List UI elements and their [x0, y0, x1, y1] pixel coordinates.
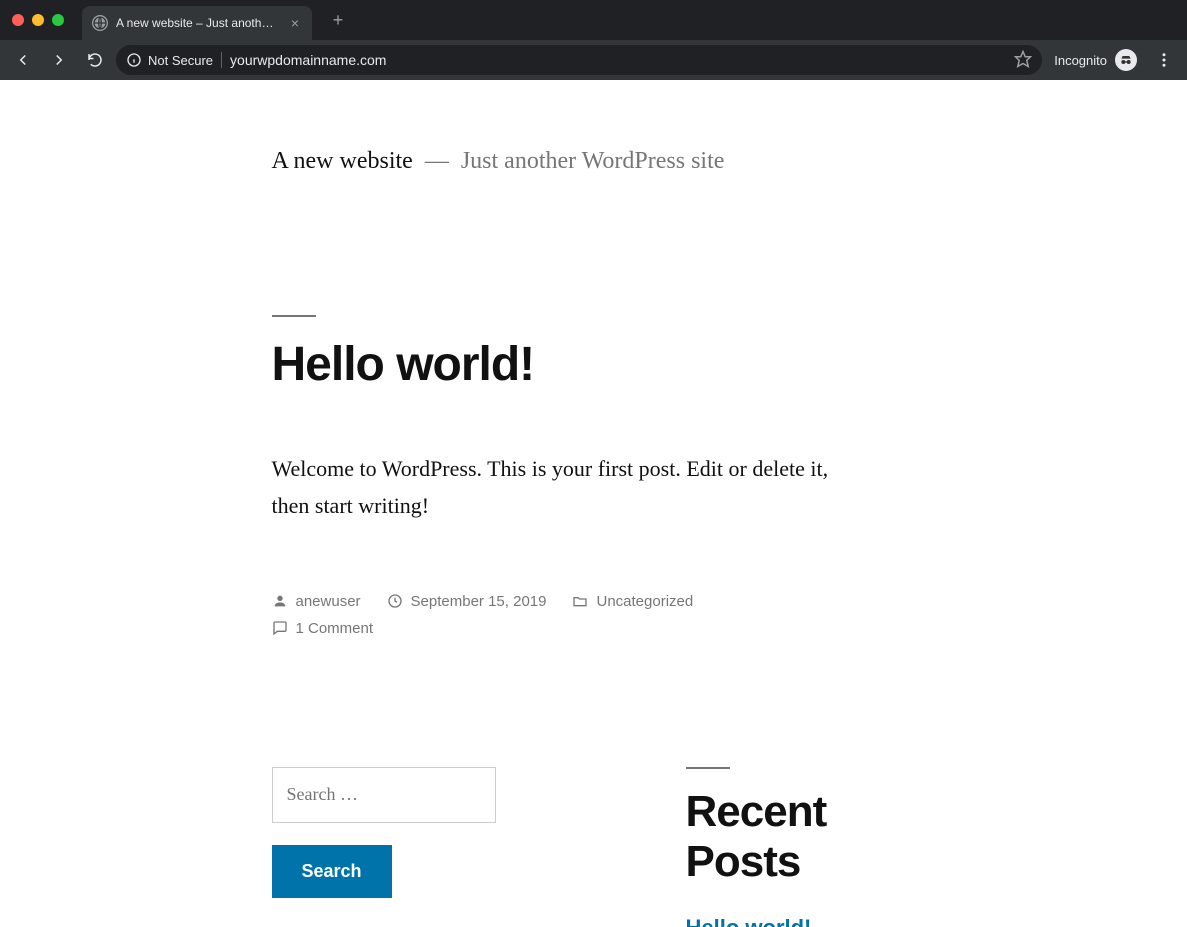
page-viewport[interactable]: A new website — Just another WordPress s… [0, 80, 1187, 927]
new-tab-button[interactable]: + [324, 6, 352, 34]
person-icon [272, 593, 288, 609]
security-label: Not Secure [148, 53, 213, 68]
bookmark-button[interactable] [1014, 50, 1032, 71]
security-status[interactable]: Not Secure [126, 52, 213, 68]
post-meta: anewuser September 15, 2019 Uncategorize… [272, 593, 916, 637]
post-date-link[interactable]: September 15, 2019 [411, 593, 547, 610]
zoom-window-button[interactable] [52, 14, 64, 26]
site-tagline: Just another WordPress site [461, 148, 725, 174]
search-widget: Search [272, 767, 496, 898]
incognito-indicator: Incognito [1048, 49, 1143, 71]
addrbar-divider [221, 52, 222, 68]
incognito-label: Incognito [1054, 53, 1107, 68]
recent-posts-widget: Recent Posts Hello world! [686, 767, 916, 927]
clock-icon [387, 593, 403, 609]
post-author-link[interactable]: anewuser [296, 593, 361, 610]
post-rule [272, 315, 316, 317]
search-input[interactable] [272, 767, 496, 823]
comment-icon [272, 620, 288, 636]
post-category-link[interactable]: Uncategorized [596, 593, 693, 610]
folder-icon [572, 593, 588, 609]
post-body: Welcome to WordPress. This is your first… [272, 450, 832, 525]
recent-rule [686, 767, 730, 769]
browser-titlebar: A new website – Just another W × + [0, 0, 1187, 40]
recent-post-link[interactable]: Hello world! [686, 915, 916, 927]
recent-posts-heading: Recent Posts [686, 787, 916, 887]
browser-tab[interactable]: A new website – Just another W × [82, 6, 312, 40]
site-title-link[interactable]: A new website [272, 148, 413, 174]
incognito-icon [1115, 49, 1137, 71]
post-comments-link[interactable]: 1 Comment [296, 620, 374, 637]
site-header: A new website — Just another WordPress s… [272, 80, 916, 175]
post-title-link[interactable]: Hello world! [272, 338, 535, 391]
url-text: yourwpdomainname.com [230, 52, 386, 68]
close-window-button[interactable] [12, 14, 24, 26]
back-button[interactable] [8, 45, 38, 75]
info-icon [126, 52, 142, 68]
forward-button[interactable] [44, 45, 74, 75]
globe-icon [92, 15, 108, 31]
browser-menu-button[interactable] [1149, 51, 1179, 69]
close-tab-button[interactable]: × [288, 16, 302, 30]
address-bar[interactable]: Not Secure yourwpdomainname.com [116, 45, 1042, 75]
title-separator: — [419, 148, 461, 174]
reload-button[interactable] [80, 45, 110, 75]
minimize-window-button[interactable] [32, 14, 44, 26]
tab-title: A new website – Just another W [116, 16, 280, 30]
browser-toolbar: Not Secure yourwpdomainname.com Incognit… [0, 40, 1187, 80]
search-button[interactable]: Search [272, 845, 392, 898]
window-controls [12, 14, 64, 26]
